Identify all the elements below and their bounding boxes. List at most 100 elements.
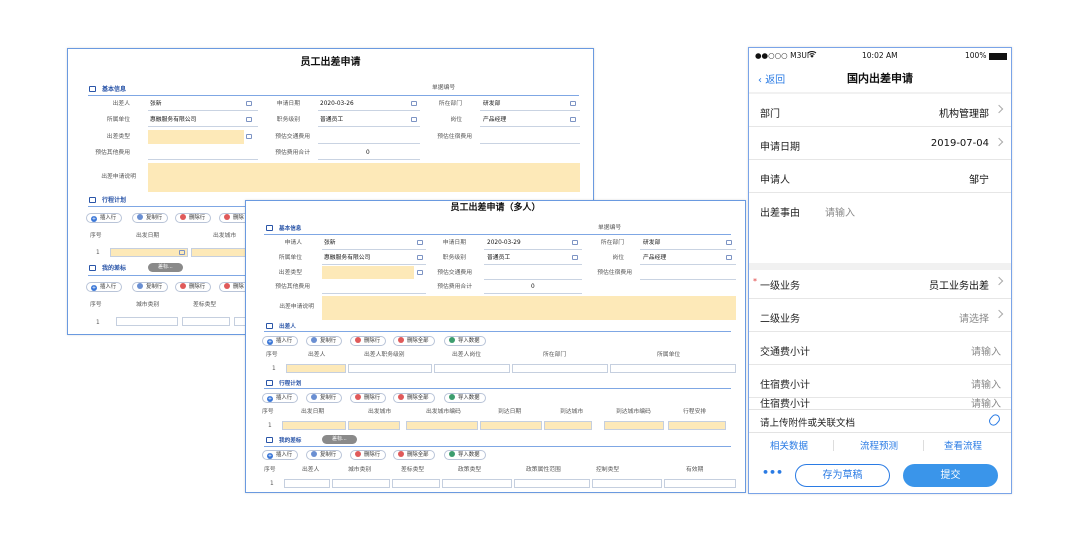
import-data-button[interactable]: 导入数据 xyxy=(444,393,486,403)
traveler-cell[interactable] xyxy=(286,364,346,373)
rank-value[interactable]: 普通员工 xyxy=(487,255,510,262)
org-picker-icon[interactable] xyxy=(246,117,252,122)
select-icon[interactable] xyxy=(411,117,417,122)
row-biz2[interactable]: 二级业务 请选择 xyxy=(749,299,1011,332)
hotel-cost-field[interactable] xyxy=(480,143,580,144)
view-process-link[interactable]: 查看流程 xyxy=(944,438,982,452)
select-icon[interactable] xyxy=(572,255,578,260)
start-city-cell[interactable] xyxy=(348,421,400,430)
itinerary-cell[interactable] xyxy=(668,421,726,430)
import-data-button[interactable]: 导入数据 xyxy=(444,336,486,346)
table-cell[interactable] xyxy=(284,479,330,488)
date-value[interactable]: 2020-03-29 xyxy=(487,240,521,247)
select-icon[interactable] xyxy=(726,255,732,260)
arrive-city-cell[interactable] xyxy=(544,421,592,430)
dept-value[interactable]: 研发部 xyxy=(483,101,500,108)
copy-row-button[interactable]: 复制行 xyxy=(306,336,343,346)
date-value[interactable]: 2020-03-26 xyxy=(320,101,354,108)
delete-all-button[interactable]: 删除全部 xyxy=(393,393,435,403)
start-date-cell[interactable] xyxy=(110,248,188,257)
start-city-code-cell[interactable] xyxy=(406,421,478,430)
row-hotel-subtotal[interactable]: 住宿费小计 请输入 xyxy=(749,365,1011,398)
import-data-button[interactable]: 导入数据 xyxy=(444,450,486,460)
unit-value[interactable]: 惠融服务有限公司 xyxy=(324,255,370,262)
org-picker-icon[interactable] xyxy=(417,255,423,260)
traffic-cost-field[interactable] xyxy=(484,279,582,280)
row-date[interactable]: 申请日期 2019-07-04 xyxy=(749,127,1011,160)
copy-row-button[interactable]: 复制行 xyxy=(132,282,169,292)
arrive-city-code-cell[interactable] xyxy=(604,421,664,430)
unit-value[interactable]: 惠融服务有限公司 xyxy=(150,117,196,124)
standard-type-cell[interactable] xyxy=(182,317,230,326)
table-cell[interactable] xyxy=(592,479,662,488)
unit-cell[interactable] xyxy=(610,364,736,373)
calendar-icon[interactable] xyxy=(411,101,417,106)
col-header: 出差人职务级别 xyxy=(364,352,405,358)
other-cost-field[interactable] xyxy=(148,159,258,160)
description-field[interactable] xyxy=(322,296,736,320)
applicant-value[interactable]: 张新 xyxy=(150,101,162,108)
copy-row-button[interactable]: 复制行 xyxy=(306,450,343,460)
delete-all-button[interactable]: 删除全部 xyxy=(393,336,435,346)
add-row-button[interactable]: + 插入行 xyxy=(86,282,123,292)
dept-value[interactable]: 研发部 xyxy=(643,240,660,247)
delete-row-button[interactable]: 删除行 xyxy=(350,393,387,403)
delete-row-button[interactable]: 删除行 xyxy=(175,213,212,223)
user-picker-icon[interactable] xyxy=(246,101,252,106)
save-draft-button[interactable]: 存为草稿 xyxy=(795,464,890,487)
post-cell[interactable] xyxy=(434,364,510,373)
table-cell[interactable] xyxy=(514,479,590,488)
description-field[interactable] xyxy=(148,163,580,192)
row-reason[interactable]: 出差事由 请输入 xyxy=(749,193,1011,263)
reason-input[interactable]: 请输入 xyxy=(825,204,855,219)
standard-chip[interactable]: 差标... xyxy=(148,263,183,272)
user-picker-icon[interactable] xyxy=(417,240,423,245)
copy-row-button[interactable]: 复制行 xyxy=(132,213,169,223)
related-data-link[interactable]: 相关数据 xyxy=(770,438,808,452)
table-cell[interactable] xyxy=(332,479,390,488)
applicant-label: 申请人 xyxy=(284,240,302,246)
copy-row-button[interactable]: 复制行 xyxy=(306,393,343,403)
arrive-date-cell[interactable] xyxy=(480,421,542,430)
add-row-button[interactable]: + 插入行 xyxy=(86,213,123,223)
table-cell[interactable] xyxy=(664,479,736,488)
row-dept[interactable]: 部门 机构管理部 xyxy=(749,94,1011,127)
trip-type-field[interactable] xyxy=(322,266,414,279)
post-value[interactable]: 产品经理 xyxy=(483,117,506,124)
select-icon[interactable] xyxy=(570,117,576,122)
rank-cell[interactable] xyxy=(348,364,432,373)
other-cost-field[interactable] xyxy=(322,293,426,294)
attachment-bar[interactable]: 请上传附件或关联文档 xyxy=(749,409,1011,433)
dept-picker-icon[interactable] xyxy=(570,101,576,106)
rank-value[interactable]: 普通员工 xyxy=(320,117,343,124)
submit-button[interactable]: 提交 xyxy=(903,464,998,487)
traffic-cost-field[interactable] xyxy=(318,143,420,144)
table-cell[interactable] xyxy=(392,479,440,488)
calendar-icon[interactable] xyxy=(572,240,578,245)
delete-row-button[interactable]: 删除行 xyxy=(350,336,387,346)
start-city-cell[interactable] xyxy=(191,248,251,257)
list-icon[interactable] xyxy=(246,134,252,139)
table-cell[interactable] xyxy=(442,479,512,488)
dept-cell[interactable] xyxy=(512,364,608,373)
add-row-button[interactable]: + 插入行 xyxy=(262,336,299,346)
delete-row-button[interactable]: 删除行 xyxy=(350,450,387,460)
post-value[interactable]: 产品经理 xyxy=(643,255,666,262)
dept-picker-icon[interactable] xyxy=(726,240,732,245)
standard-chip[interactable]: 差标... xyxy=(322,435,357,444)
process-forecast-link[interactable]: 流程预测 xyxy=(860,438,898,452)
city-type-cell[interactable] xyxy=(116,317,178,326)
calendar-icon[interactable] xyxy=(179,250,185,255)
add-row-button[interactable]: + 插入行 xyxy=(262,393,299,403)
start-date-cell[interactable] xyxy=(282,421,346,430)
trip-type-field[interactable] xyxy=(148,130,244,144)
more-button[interactable]: ••• xyxy=(762,466,783,479)
row-biz1[interactable]: * 一级业务 员工业务出差 xyxy=(749,266,1011,299)
delete-row-button[interactable]: 删除行 xyxy=(175,282,212,292)
delete-all-button[interactable]: 删除全部 xyxy=(393,450,435,460)
add-row-button[interactable]: + 插入行 xyxy=(262,450,299,460)
applicant-value[interactable]: 张新 xyxy=(324,240,336,247)
row-traffic-subtotal[interactable]: 交通费小计 请输入 xyxy=(749,332,1011,365)
delete-icon xyxy=(355,451,361,457)
hotel-cost-field[interactable] xyxy=(640,279,736,280)
